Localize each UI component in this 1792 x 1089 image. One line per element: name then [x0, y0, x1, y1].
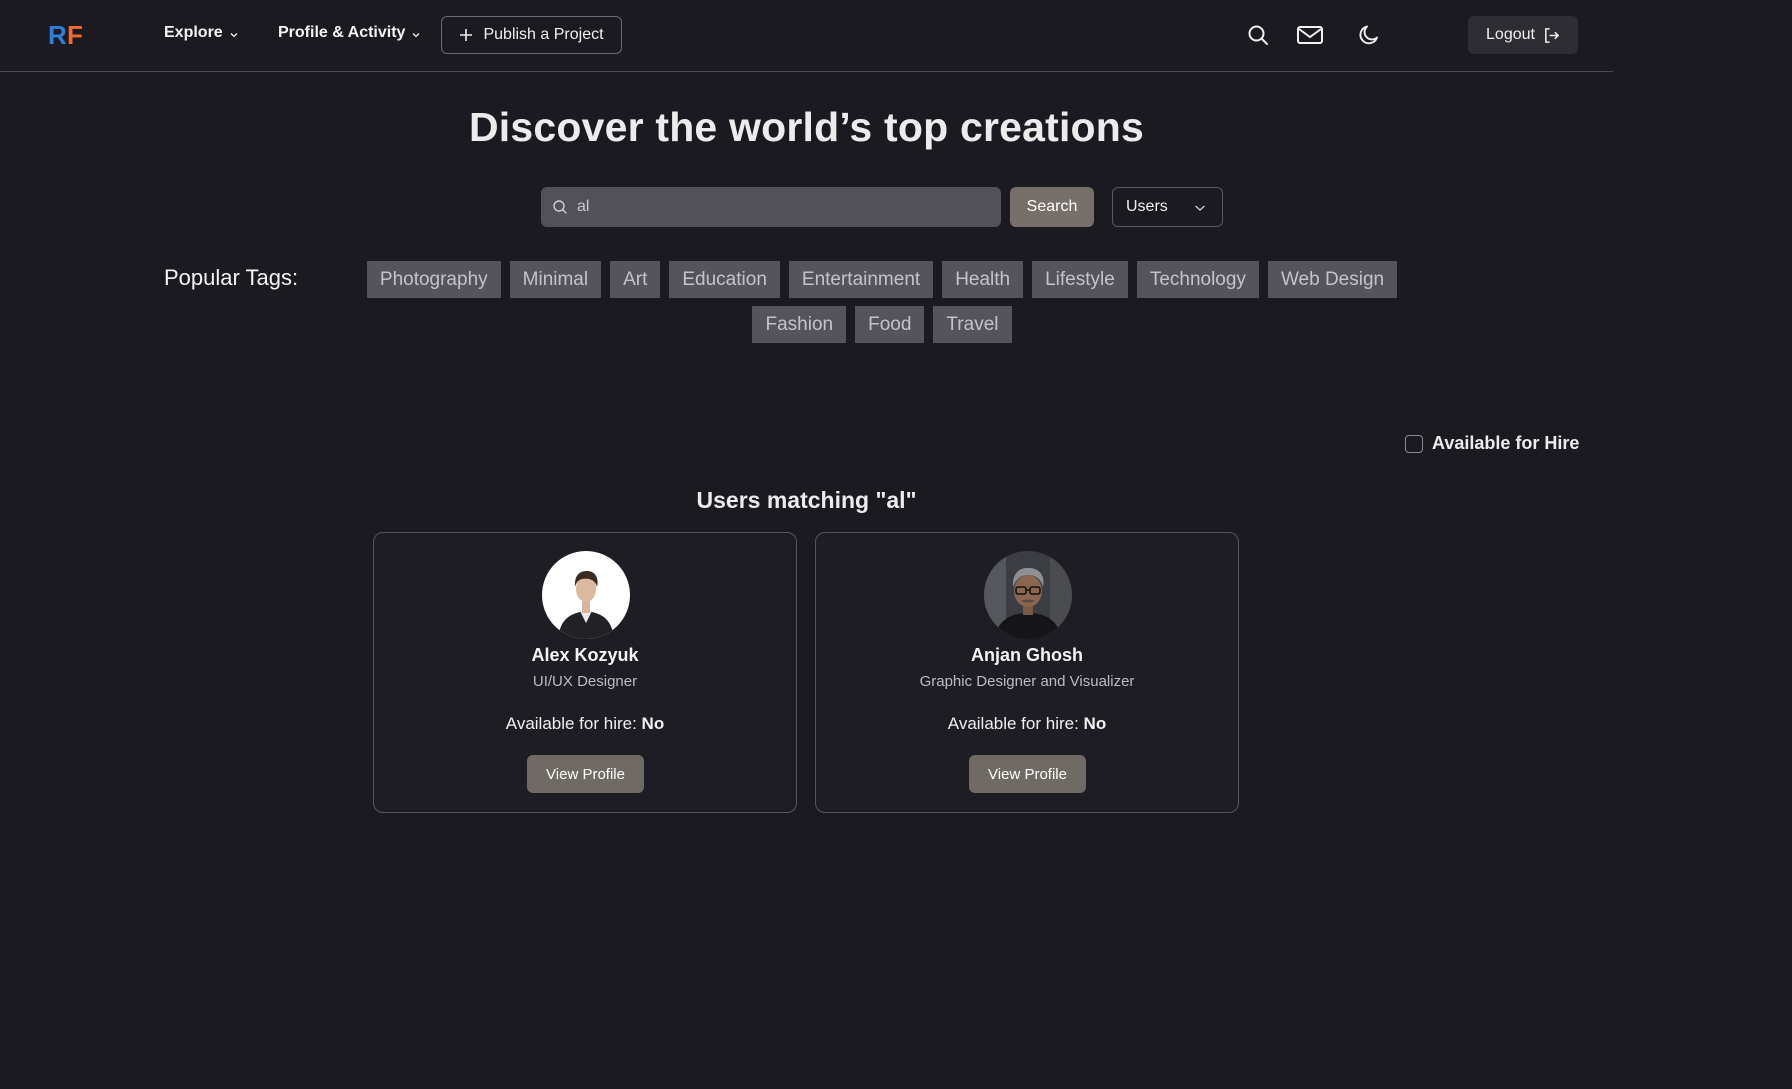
available-for-hire-label: Available for Hire — [1432, 433, 1580, 453]
page-title: Discover the world’s top creations — [468, 104, 1145, 150]
tag-travel[interactable]: Travel — [933, 306, 1012, 343]
tag-fashion[interactable]: Fashion — [752, 306, 847, 343]
tag-food[interactable]: Food — [855, 306, 925, 343]
avatar-image — [984, 551, 1072, 639]
user-role: UI/UX Designer — [532, 673, 638, 690]
logout-label: Logout — [1486, 26, 1535, 43]
avatar — [542, 551, 630, 639]
page: R F Explore Profile & Activity Publish a… — [0, 0, 1792, 1089]
search-input[interactable] — [577, 187, 987, 227]
tag-entertainment[interactable]: Entertainment — [788, 261, 934, 298]
search-field[interactable] — [541, 187, 1001, 227]
hire-status-label: Available for hire: — [505, 714, 642, 733]
hire-status-label: Available for hire: — [947, 714, 1084, 733]
publish-project-button[interactable]: Publish a Project — [441, 16, 622, 54]
available-for-hire-checkbox[interactable] — [1405, 434, 1423, 453]
svg-text:F: F — [67, 22, 83, 48]
user-card: Alex Kozyuk UI/UX Designer Available for… — [373, 532, 797, 813]
user-name: Alex Kozyuk — [531, 645, 639, 665]
avatar — [984, 551, 1072, 639]
view-profile-button[interactable]: View Profile — [969, 755, 1086, 793]
search-type-value: Users — [1126, 198, 1168, 215]
logout-icon — [1545, 27, 1560, 43]
hire-status-value: No — [1083, 714, 1107, 733]
view-profile-button[interactable]: View Profile — [527, 755, 644, 793]
search-icon[interactable] — [1246, 23, 1270, 47]
tag-minimal[interactable]: Minimal — [509, 261, 602, 298]
tag-lifestyle[interactable]: Lifestyle — [1032, 261, 1128, 298]
plus-icon — [460, 29, 473, 41]
available-for-hire-filter[interactable]: Available for Hire — [1405, 433, 1579, 454]
results-heading: Users matching "al" — [696, 487, 917, 513]
moon-icon[interactable] — [1357, 23, 1381, 47]
user-card: Anjan Ghosh Graphic Designer and Visuali… — [815, 532, 1239, 813]
search-type-select[interactable]: Users — [1112, 187, 1223, 227]
chevron-down-icon — [230, 33, 238, 38]
top-navbar: R F Explore Profile & Activity Publish a… — [0, 0, 1613, 72]
tag-art[interactable]: Art — [610, 261, 661, 298]
tag-web-design[interactable]: Web Design — [1267, 261, 1398, 298]
user-hire-status: Available for hire: No — [816, 714, 1238, 734]
user-hire-status: Available for hire: No — [374, 714, 796, 734]
hire-status-value: No — [641, 714, 665, 733]
tag-technology[interactable]: Technology — [1136, 261, 1259, 298]
nav-profile-activity-label: Profile & Activity — [278, 24, 406, 41]
search-button[interactable]: Search — [1010, 187, 1094, 227]
user-role: Graphic Designer and Visualizer — [919, 673, 1135, 690]
tag-education[interactable]: Education — [669, 261, 780, 298]
popular-tags-list: Photography Minimal Art Education Entert… — [334, 261, 1430, 343]
publish-project-label: Publish a Project — [483, 26, 604, 43]
nav-explore-menu[interactable]: Explore — [164, 24, 239, 42]
user-name: Anjan Ghosh — [971, 645, 1083, 665]
search-icon — [553, 200, 567, 214]
chevron-down-icon — [1195, 205, 1205, 211]
svg-text:R: R — [48, 22, 67, 48]
tag-health[interactable]: Health — [942, 261, 1024, 298]
nav-explore-label: Explore — [164, 24, 223, 41]
logout-button[interactable]: Logout — [1468, 16, 1578, 54]
rf-logo[interactable]: R F — [48, 22, 90, 48]
nav-profile-activity-menu[interactable]: Profile & Activity — [278, 24, 421, 42]
popular-tags-label: Popular Tags: — [164, 265, 299, 290]
avatar-image — [542, 551, 630, 639]
chevron-down-icon — [412, 33, 420, 38]
mail-icon[interactable] — [1296, 23, 1324, 47]
tag-photography[interactable]: Photography — [366, 261, 501, 298]
